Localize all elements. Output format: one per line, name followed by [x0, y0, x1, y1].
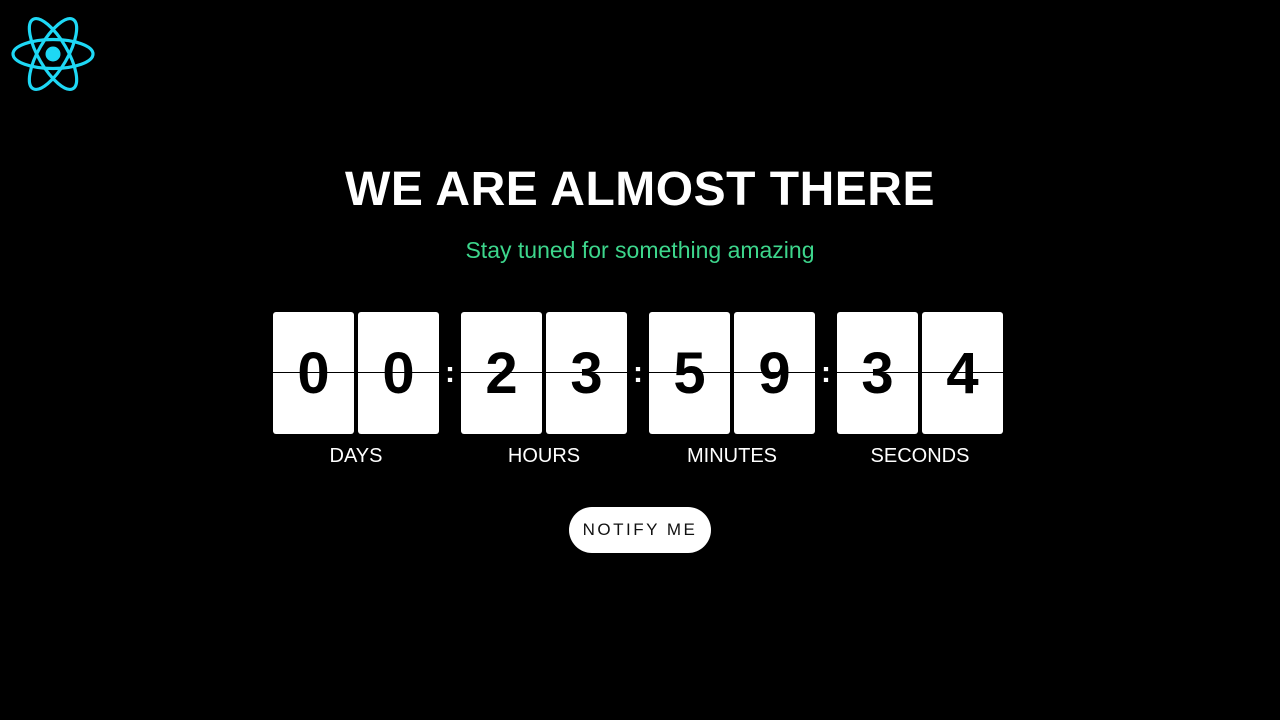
- unit-label-minutes: MINUTES: [687, 445, 777, 467]
- countdown-separator: :: [821, 356, 831, 389]
- unit-label-hours: HOURS: [507, 445, 581, 467]
- flip-digit-card: 9: [734, 312, 815, 434]
- countdown-seconds: 3 4 SECONDS: [837, 312, 1003, 468]
- flip-digit-card: 2: [461, 312, 542, 434]
- flip-digit-card: 0: [273, 312, 354, 434]
- react-logo-icon: [10, 14, 96, 94]
- countdown-separator: :: [445, 356, 455, 389]
- countdown-timer: 0 0 DAYS : 2 3 HOURS : 5 9 MINUTES : 3 4…: [273, 312, 1003, 467]
- unit-label-seconds: SECONDS: [870, 445, 970, 467]
- countdown-minutes: 5 9 MINUTES: [649, 312, 815, 468]
- notify-me-button[interactable]: NOTIFY ME: [569, 507, 711, 553]
- countdown-separator: :: [633, 356, 643, 389]
- flip-digit-card: 3: [837, 312, 918, 434]
- flip-digit-card: 0: [358, 312, 439, 434]
- unit-label-days: DAYS: [329, 445, 383, 467]
- countdown-hours: 2 3 HOURS: [461, 312, 627, 468]
- flip-digit-card: 4: [922, 312, 1003, 434]
- page-subtitle: Stay tuned for something amazing: [465, 237, 815, 263]
- countdown-days: 0 0 DAYS: [273, 312, 439, 468]
- flip-digit-card: 5: [649, 312, 730, 434]
- page-title: WE ARE ALMOST THERE: [345, 163, 935, 216]
- flip-digit-card: 3: [546, 312, 627, 434]
